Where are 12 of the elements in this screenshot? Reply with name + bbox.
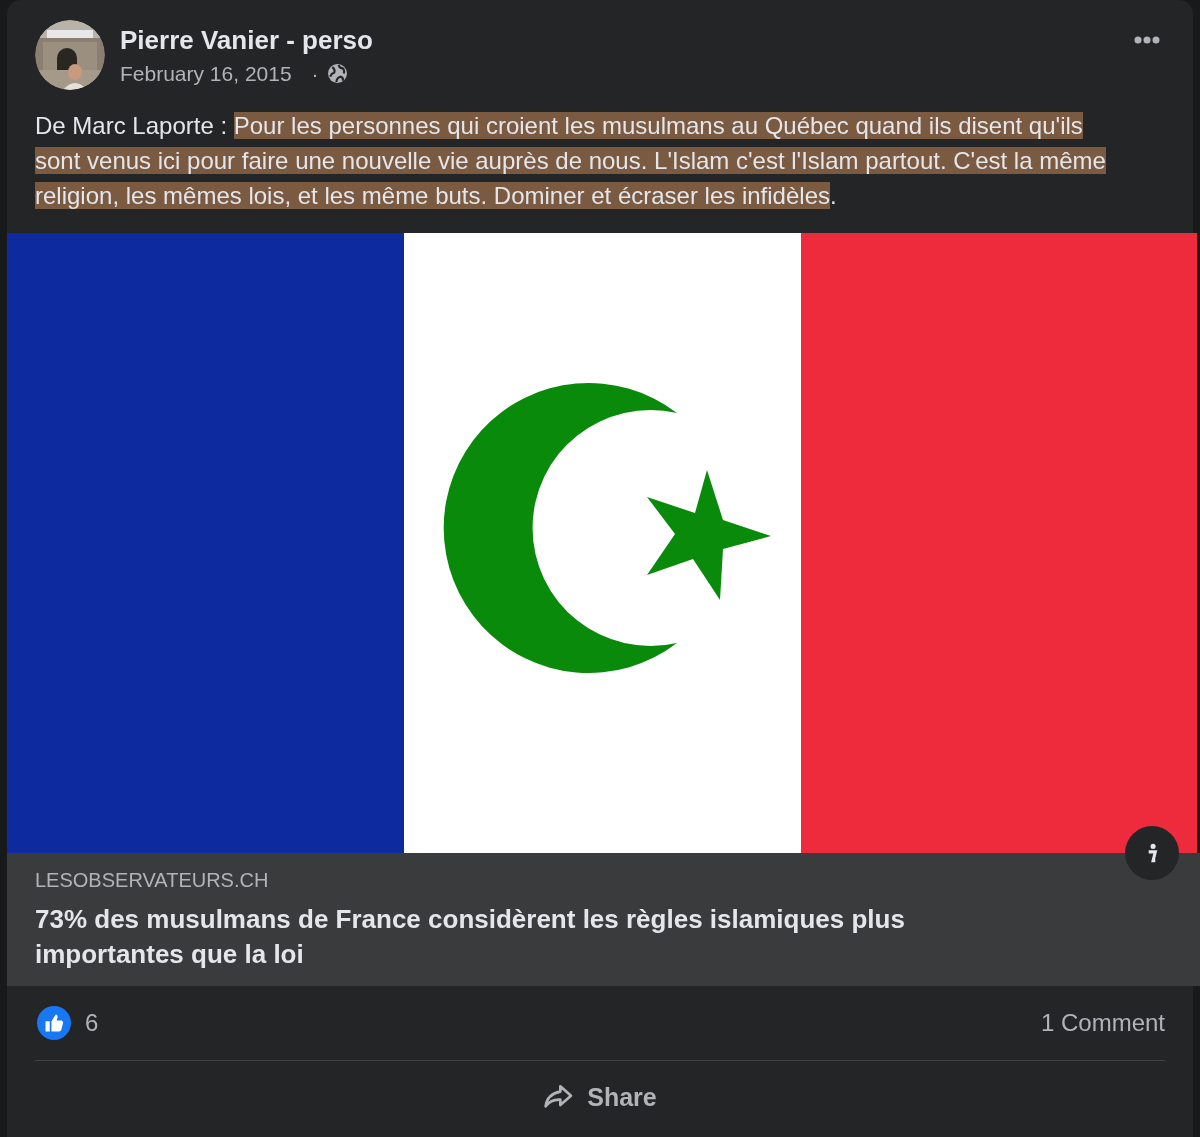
link-preview[interactable]: LESOBSERVATEURS.CH 73% des musulmans de France considèrent les règles islamiques plus importantes que la loi [7, 233, 1200, 986]
share-button[interactable]: Share [531, 1075, 669, 1119]
like-count[interactable]: 6 [85, 1009, 99, 1037]
link-domain: LESOBSERVATEURS.CH [35, 869, 270, 892]
separator: · [311, 61, 319, 86]
link-headline[interactable]: 73% des musulmans de France considèrent les règles islamiques plus importantes que la loi [35, 902, 1035, 972]
comment-count[interactable]: 1 Comment [1040, 1009, 1165, 1037]
like-icon[interactable] [37, 1006, 71, 1040]
post-text: De Marc Laporte : Pour les personnes qui croient les musulmans au Québec quand ils disent qu'ils sont venus ici pour faire une nouvelle vie auprès de nous. L'Islam c'est l'Islam partout. C'est la même religion, les mêmes lois, et les même buts. Dominer et écraser les infidèles. [35, 111, 1107, 211]
globe-icon [326, 63, 348, 84]
author-name[interactable]: Pierre Vanier - perso [120, 24, 1114, 56]
post-date[interactable]: February 16, 2015 [120, 61, 292, 86]
